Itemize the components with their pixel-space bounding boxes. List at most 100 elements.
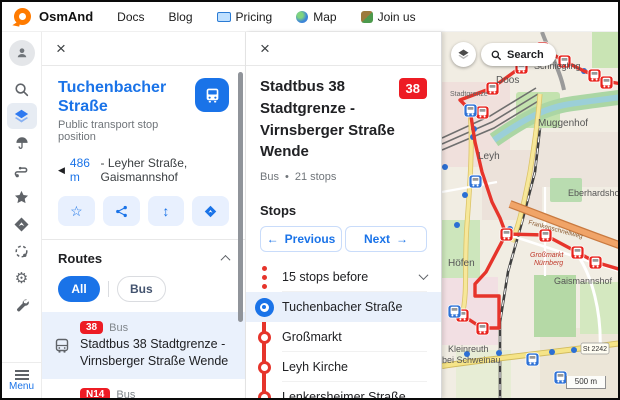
chevron-up-icon[interactable]: [221, 255, 231, 265]
transport-stop-button[interactable]: [195, 78, 229, 112]
current-stop-eye-icon: [255, 298, 274, 317]
wrench-icon: [14, 297, 30, 313]
osmand-brand[interactable]: OsmAnd: [14, 8, 93, 25]
gear-icon: ⚙: [15, 271, 28, 286]
stop-name: Lenkersheimer Straße: [282, 382, 427, 400]
pricing-icon: [217, 12, 231, 22]
map-label-stadtgrenze: Stadtgrenze: [450, 91, 488, 98]
navigate-to-button[interactable]: [192, 196, 229, 226]
account-button[interactable]: [9, 40, 35, 66]
stops-header: Stops: [246, 193, 441, 226]
stop-details-panel: × Tuchenbacher Straße Public transport s…: [42, 32, 246, 398]
weather-button[interactable]: [7, 130, 37, 156]
filter-bus-label: Bus: [130, 282, 153, 296]
bus-icon: [54, 338, 70, 354]
map-label-kleinreuth: Kleinreuth: [448, 344, 489, 354]
nav-map[interactable]: Map: [296, 10, 336, 24]
route-number-badge: N14: [80, 388, 110, 398]
collapsed-stops-row[interactable]: 15 stops before: [246, 262, 441, 292]
favorites-button[interactable]: [7, 184, 37, 210]
plan-route-button[interactable]: [7, 157, 37, 183]
stops-list: 15 stops before Tuchenbacher Straße Groß…: [246, 262, 441, 400]
navigate-diamond-icon: [13, 216, 30, 233]
nav-docs[interactable]: Docs: [117, 10, 144, 24]
navigation-button[interactable]: [7, 211, 37, 237]
star-icon: [13, 189, 30, 206]
bearing-icon: ◀: [58, 165, 65, 176]
brand-name: OsmAnd: [39, 9, 93, 24]
nav-pricing-label: Pricing: [236, 10, 273, 24]
filter-bus[interactable]: Bus: [117, 276, 166, 302]
settings-button[interactable]: ⚙: [7, 265, 37, 291]
meta-separator: •: [285, 171, 289, 183]
chevron-down-icon: [419, 270, 429, 280]
stop-row-current[interactable]: Tuchenbacher Straße: [246, 292, 441, 322]
measure-distance-button[interactable]: ↕: [148, 196, 185, 226]
map-label-hoefen: Höfen: [448, 258, 475, 269]
nav-docs-label: Docs: [117, 10, 144, 24]
map-layers-button[interactable]: [451, 42, 476, 67]
stop-row[interactable]: Lenkersheimer Straße: [246, 382, 441, 400]
star-outline-icon: ☆: [70, 203, 83, 220]
app-window: OsmAnd Docs Blog Pricing Map Join us: [0, 0, 620, 400]
close-icon[interactable]: ×: [56, 40, 66, 57]
arrow-right-icon: →: [396, 232, 408, 246]
search-button[interactable]: [7, 76, 37, 102]
nav-blog[interactable]: Blog: [169, 10, 193, 24]
arrow-left-icon: ←: [267, 232, 279, 246]
globe-icon: [296, 11, 308, 23]
close-icon[interactable]: ×: [260, 40, 270, 57]
map-label-eberhardshof: Eberhardshof: [568, 188, 618, 198]
route-details-panel: × Stadtbus 38 Stadtgrenze - Virnsberger …: [246, 32, 442, 398]
filter-all[interactable]: All: [58, 276, 100, 302]
pill-separator: [108, 281, 109, 297]
layers-icon: [457, 48, 470, 61]
stop-subtitle: Public transport stop position: [58, 119, 187, 143]
route-name: Stadtbus 38 Stadtgrenze - Virnsberger St…: [80, 336, 233, 370]
nav-map-label: Map: [313, 10, 336, 24]
share-icon: [115, 205, 128, 218]
stop-marker-icon: [258, 361, 271, 374]
stop-name: Leyh Kirche: [282, 352, 427, 382]
favorite-button[interactable]: ☆: [58, 196, 95, 226]
gps-circle-icon: [13, 243, 30, 260]
stop-row[interactable]: Großmarkt: [246, 322, 441, 352]
routes-header: Routes: [58, 251, 102, 266]
nav-join-us[interactable]: Join us: [361, 10, 416, 24]
stop-name: Großmarkt: [282, 322, 427, 352]
stop-title: Tuchenbacher Straße: [58, 78, 187, 116]
map-view[interactable]: Stadtgrenze Doos Schniegling Muggenhof L…: [442, 32, 618, 398]
route-type: Bus: [109, 322, 128, 334]
osmand-logo-icon: [14, 8, 31, 25]
map-search-button[interactable]: Search: [481, 43, 556, 66]
share-button[interactable]: [103, 196, 140, 226]
layers-button[interactable]: [7, 103, 37, 129]
map-label-kleinreuth2: bei Schweinau: [442, 355, 501, 365]
nav-pricing[interactable]: Pricing: [217, 10, 273, 24]
route-list-item[interactable]: 38 Bus Stadtbus 38 Stadtgrenze - Virnsbe…: [42, 312, 245, 379]
map-label-doos: Doos: [496, 75, 519, 86]
track-recorder-button[interactable]: [7, 238, 37, 264]
map-road-ref: St 2242: [581, 343, 609, 354]
next-stops-button[interactable]: Next →: [345, 226, 427, 252]
tools-button[interactable]: [7, 292, 37, 318]
route-title: Stadtbus 38 Stadtgrenze - Virnsberger St…: [260, 76, 399, 163]
stop-row[interactable]: Leyh Kirche: [246, 352, 441, 382]
route-list-item[interactable]: N14 Bus Nightliner N14 Nürnberg Hauptbah…: [42, 379, 245, 398]
map-label-muggenhof: Muggenhof: [538, 118, 588, 129]
route-icon: [13, 162, 30, 179]
menu-button[interactable]: Menu: [2, 362, 41, 398]
distance-value: 486 m: [70, 156, 96, 184]
dotted-rail-icon: [262, 266, 267, 289]
previous-stops-button[interactable]: ← Previous: [260, 226, 342, 252]
bus-icon: [204, 87, 221, 104]
hamburger-icon: [15, 370, 29, 372]
map-label-grossmarkt: Großmarkt: [530, 252, 565, 259]
map-label-grossmarkt2: Nürnberg: [534, 260, 563, 267]
route-panel-header: ×: [246, 32, 441, 66]
scrollbar-thumb[interactable]: [238, 72, 243, 322]
collapsed-stops-label: 15 stops before: [282, 270, 368, 284]
map-scale-bar: 500 m: [566, 376, 606, 389]
route-number-badge: 38: [80, 321, 103, 334]
stops-count: 21 stops: [295, 171, 337, 183]
